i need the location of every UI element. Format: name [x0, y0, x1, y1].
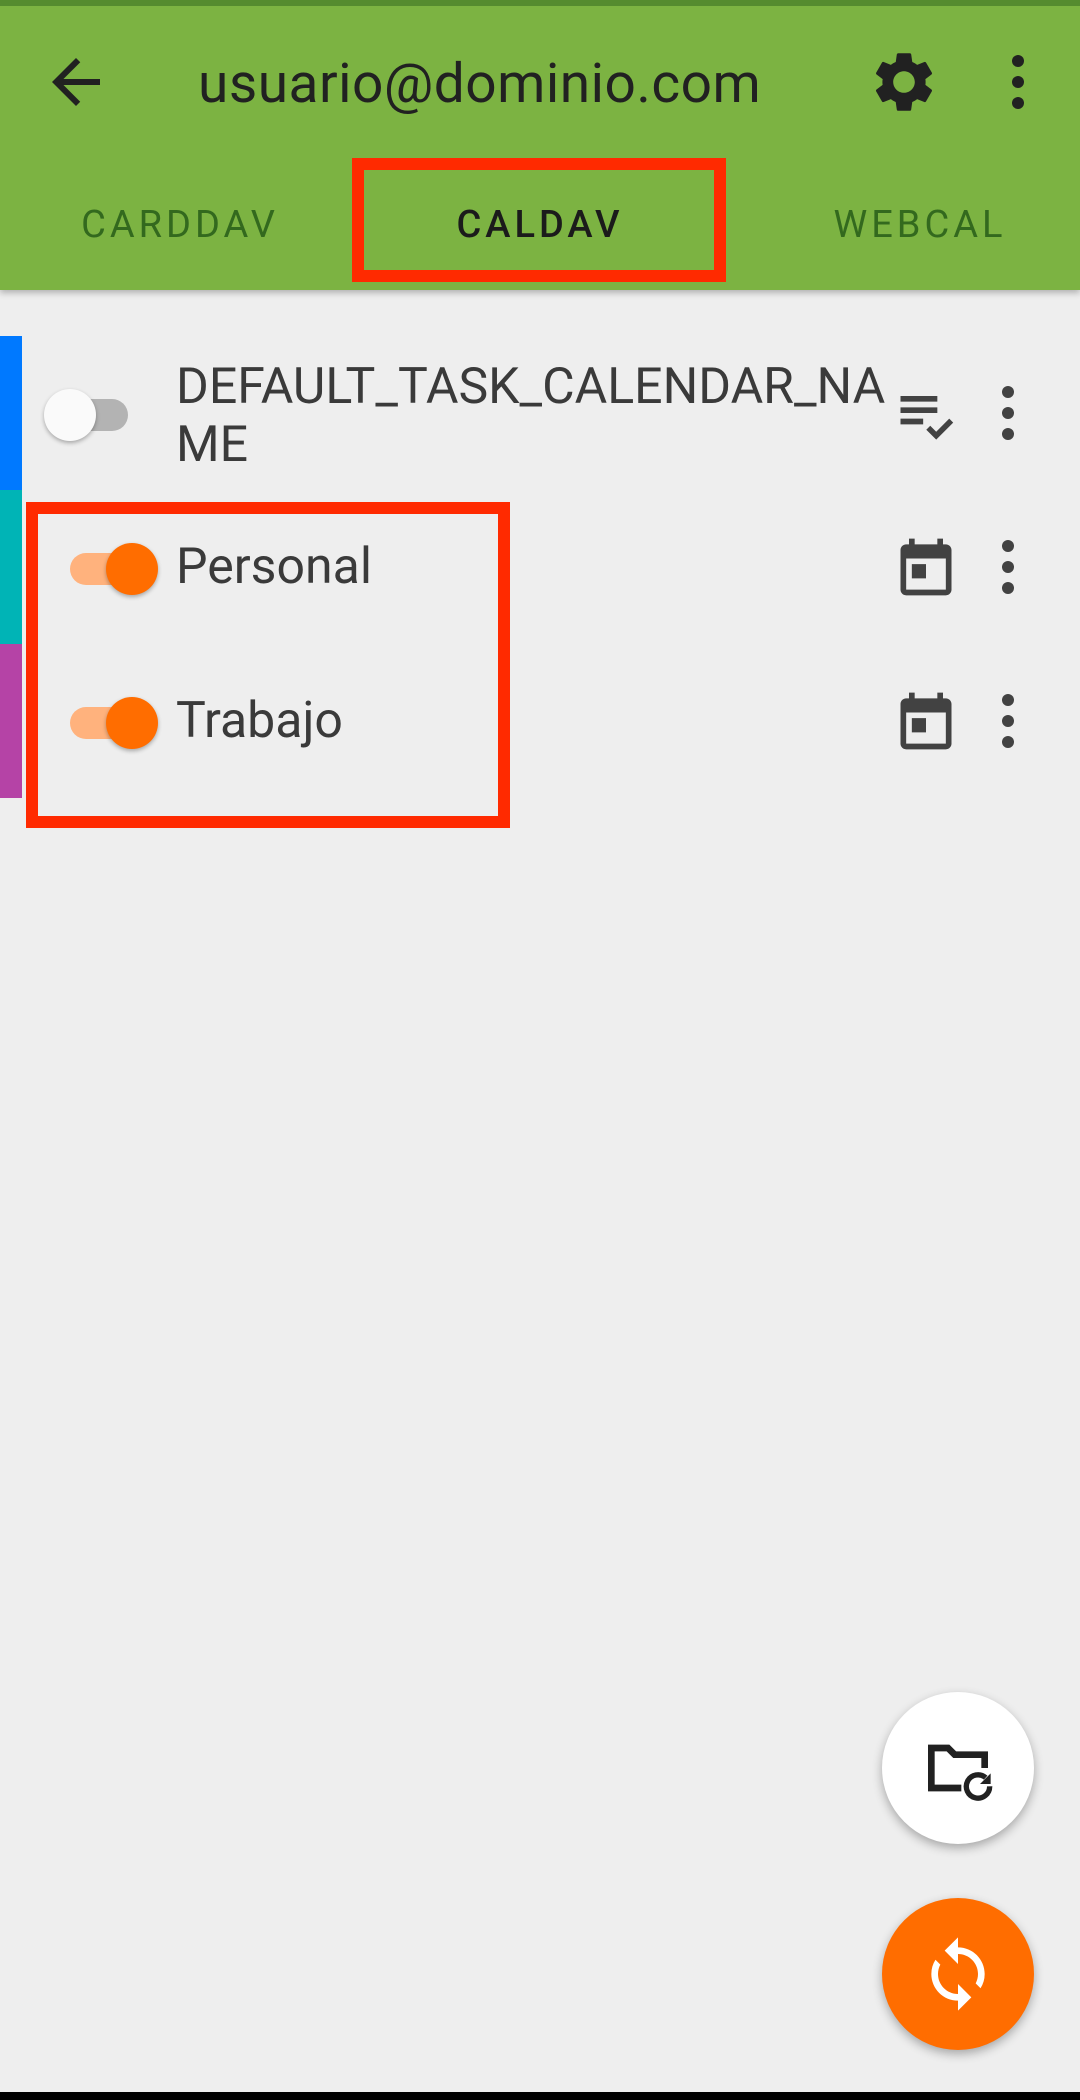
caldav-tab-highlight [352, 158, 726, 282]
gear-icon [875, 53, 933, 111]
collection-menu-button-default-task[interactable] [978, 377, 1038, 449]
status-strip [0, 0, 1080, 6]
collection-color-indicator [0, 336, 22, 490]
sync-icon [931, 1937, 985, 2011]
collection-name-line: ME [176, 416, 249, 474]
tab-webcal[interactable]: WEBCAL [790, 190, 1050, 260]
sync-toggle-default-task[interactable] [44, 383, 134, 443]
collection-menu-button-personal[interactable] [978, 531, 1038, 603]
more-vert-icon [1002, 694, 1014, 748]
overflow-menu-button[interactable] [982, 46, 1054, 118]
back-button[interactable] [40, 46, 112, 118]
collection-menu-button-trabajo[interactable] [978, 685, 1038, 757]
tab-carddav[interactable]: CARDDAV [40, 190, 320, 260]
folder-refresh-icon [928, 1744, 993, 1801]
refresh-collections-button[interactable] [882, 1692, 1034, 1844]
more-vert-icon [1012, 55, 1024, 109]
collection-name-default-task: DEFAULT_TASK_CALENDAR_NA ME [176, 358, 885, 474]
settings-button[interactable] [868, 46, 940, 118]
toggle-thumb [44, 389, 96, 441]
sync-now-button[interactable] [882, 1898, 1034, 2050]
arrow-back-icon [52, 58, 100, 106]
system-nav-bar [0, 2092, 1080, 2100]
calendar-icon [900, 538, 952, 596]
account-title: usuario@dominio.com [198, 52, 762, 116]
calendar-icon [900, 692, 952, 750]
collection-row-default-task[interactable]: DEFAULT_TASK_CALENDAR_NA ME [0, 336, 1080, 490]
more-vert-icon [1002, 386, 1014, 440]
collection-color-indicator [0, 490, 22, 644]
task-list-icon [900, 396, 954, 440]
enabled-calendars-highlight [26, 502, 510, 828]
collection-name-line: DEFAULT_TASK_CALENDAR_NA [176, 358, 886, 416]
collection-color-indicator [0, 644, 22, 798]
more-vert-icon [1002, 540, 1014, 594]
app-bar: usuario@dominio.com CARDDAV CALDAV WEBCA… [0, 0, 1080, 290]
